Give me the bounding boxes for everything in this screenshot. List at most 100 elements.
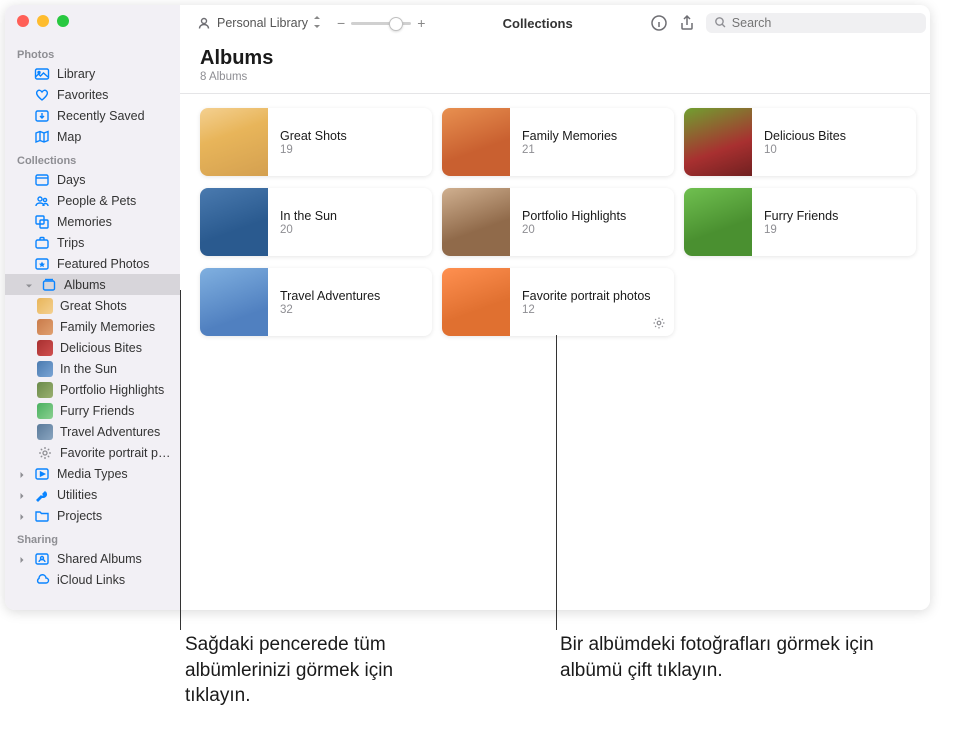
sidebar-item-recently-saved[interactable]: Recently Saved xyxy=(5,105,180,126)
sidebar-item-days[interactable]: Days xyxy=(5,169,180,190)
callout-left: Sağdaki pencerede tüm albümlerinizi görm… xyxy=(185,632,405,709)
search-icon xyxy=(714,16,727,30)
sidebar-item-utilities[interactable]: Utilities xyxy=(5,484,180,505)
albums-icon xyxy=(41,277,57,293)
sidebar-label: Travel Adventures xyxy=(60,425,172,439)
sidebar-item-albums[interactable]: Albums xyxy=(5,274,180,295)
sidebar-item-library[interactable]: Library xyxy=(5,63,180,84)
sidebar-album-delicious-bites[interactable]: Delicious Bites xyxy=(5,337,180,358)
album-title: Furry Friends xyxy=(764,209,904,223)
info-icon[interactable] xyxy=(650,14,668,32)
album-card[interactable]: Delicious Bites 10 xyxy=(684,108,916,176)
person-icon xyxy=(196,15,212,31)
album-thumb xyxy=(200,188,268,256)
sidebar-album-furry-friends[interactable]: Furry Friends xyxy=(5,400,180,421)
share-icon[interactable] xyxy=(678,14,696,32)
toolbar: Personal Library − + Collections xyxy=(180,5,930,41)
album-card[interactable]: Favorite portrait photos 12 xyxy=(442,268,674,336)
album-thumb-icon xyxy=(37,403,53,419)
window-controls xyxy=(17,15,69,27)
minimize-window-button[interactable] xyxy=(37,15,49,27)
memories-icon xyxy=(34,214,50,230)
sidebar-label: In the Sun xyxy=(60,362,172,376)
sidebar-item-people-pets[interactable]: People & Pets xyxy=(5,190,180,211)
sidebar-item-icloud-links[interactable]: iCloud Links xyxy=(5,569,180,590)
sidebar-label: Utilities xyxy=(57,488,172,502)
album-title: Travel Adventures xyxy=(280,289,420,303)
sidebar-album-great-shots[interactable]: Great Shots xyxy=(5,295,180,316)
close-window-button[interactable] xyxy=(17,15,29,27)
album-thumb xyxy=(442,108,510,176)
maximize-window-button[interactable] xyxy=(57,15,69,27)
album-count: 21 xyxy=(522,144,662,156)
zoom-slider[interactable] xyxy=(351,22,411,25)
updown-icon xyxy=(313,16,321,31)
album-card[interactable]: In the Sun 20 xyxy=(200,188,432,256)
chevron-down-icon[interactable] xyxy=(24,280,34,290)
sidebar-label: Library xyxy=(57,67,172,81)
album-grid: Great Shots 19 Family Memories 21 Delici… xyxy=(180,94,930,350)
library-icon xyxy=(34,66,50,82)
album-card[interactable]: Travel Adventures 32 xyxy=(200,268,432,336)
sidebar-item-trips[interactable]: Trips xyxy=(5,232,180,253)
media-types-icon xyxy=(34,466,50,482)
album-title: Family Memories xyxy=(522,129,662,143)
sidebar-item-featured[interactable]: Featured Photos xyxy=(5,253,180,274)
album-count: 19 xyxy=(764,224,904,236)
sidebar-section-sharing: Sharing xyxy=(5,530,180,548)
search-input[interactable] xyxy=(732,16,918,30)
sidebar-label: Media Types xyxy=(57,467,172,481)
library-label: Personal Library xyxy=(217,16,308,30)
download-icon xyxy=(34,108,50,124)
sidebar-section-photos: Photos xyxy=(5,45,180,63)
album-title: In the Sun xyxy=(280,209,420,223)
album-count: 32 xyxy=(280,304,420,316)
wrench-icon xyxy=(34,487,50,503)
sidebar-label: Days xyxy=(57,173,172,187)
search-field[interactable] xyxy=(706,13,926,33)
album-card[interactable]: Furry Friends 19 xyxy=(684,188,916,256)
album-card[interactable]: Family Memories 21 xyxy=(442,108,674,176)
map-icon xyxy=(34,129,50,145)
sidebar-label: Featured Photos xyxy=(57,257,172,271)
sidebar-album-favorite-portrait[interactable]: Favorite portrait photos xyxy=(5,442,180,463)
album-count: 10 xyxy=(764,144,904,156)
library-picker[interactable]: Personal Library xyxy=(190,13,327,33)
sidebar-item-favorites[interactable]: Favorites xyxy=(5,84,180,105)
album-count: 12 xyxy=(522,304,662,316)
sidebar-item-projects[interactable]: Projects xyxy=(5,505,180,526)
sidebar-item-shared-albums[interactable]: Shared Albums xyxy=(5,548,180,569)
chevron-right-icon[interactable] xyxy=(17,511,27,521)
callout-right: Bir albümdeki fotoğrafları görmek için a… xyxy=(560,632,920,683)
content-area: Personal Library − + Collections xyxy=(180,5,930,610)
sidebar-label: Trips xyxy=(57,236,172,250)
gear-icon xyxy=(652,316,666,330)
album-thumb-icon xyxy=(37,382,53,398)
sidebar-item-map[interactable]: Map xyxy=(5,126,180,147)
chevron-right-icon[interactable] xyxy=(17,469,27,479)
sidebar-section-collections: Collections xyxy=(5,151,180,169)
zoom-out-icon[interactable]: − xyxy=(337,15,345,31)
sidebar-label: Favorite portrait photos xyxy=(60,446,172,460)
zoom-control[interactable]: − + xyxy=(337,15,425,31)
sidebar-item-memories[interactable]: Memories xyxy=(5,211,180,232)
zoom-in-icon[interactable]: + xyxy=(417,15,425,31)
album-card[interactable]: Portfolio Highlights 20 xyxy=(442,188,674,256)
chevron-right-icon[interactable] xyxy=(17,554,27,564)
sidebar-label: Great Shots xyxy=(60,299,172,313)
chevron-right-icon[interactable] xyxy=(17,490,27,500)
heart-icon xyxy=(34,87,50,103)
album-thumb xyxy=(200,268,268,336)
page-title: Albums xyxy=(200,47,916,70)
sidebar-album-portfolio[interactable]: Portfolio Highlights xyxy=(5,379,180,400)
sidebar-album-family-memories[interactable]: Family Memories xyxy=(5,316,180,337)
album-thumb-icon xyxy=(37,319,53,335)
calendar-icon xyxy=(34,172,50,188)
album-card[interactable]: Great Shots 19 xyxy=(200,108,432,176)
album-thumb xyxy=(684,188,752,256)
album-thumb-icon xyxy=(37,340,53,356)
shared-icon xyxy=(34,551,50,567)
sidebar-item-media-types[interactable]: Media Types xyxy=(5,463,180,484)
sidebar-album-travel[interactable]: Travel Adventures xyxy=(5,421,180,442)
sidebar-album-in-the-sun[interactable]: In the Sun xyxy=(5,358,180,379)
